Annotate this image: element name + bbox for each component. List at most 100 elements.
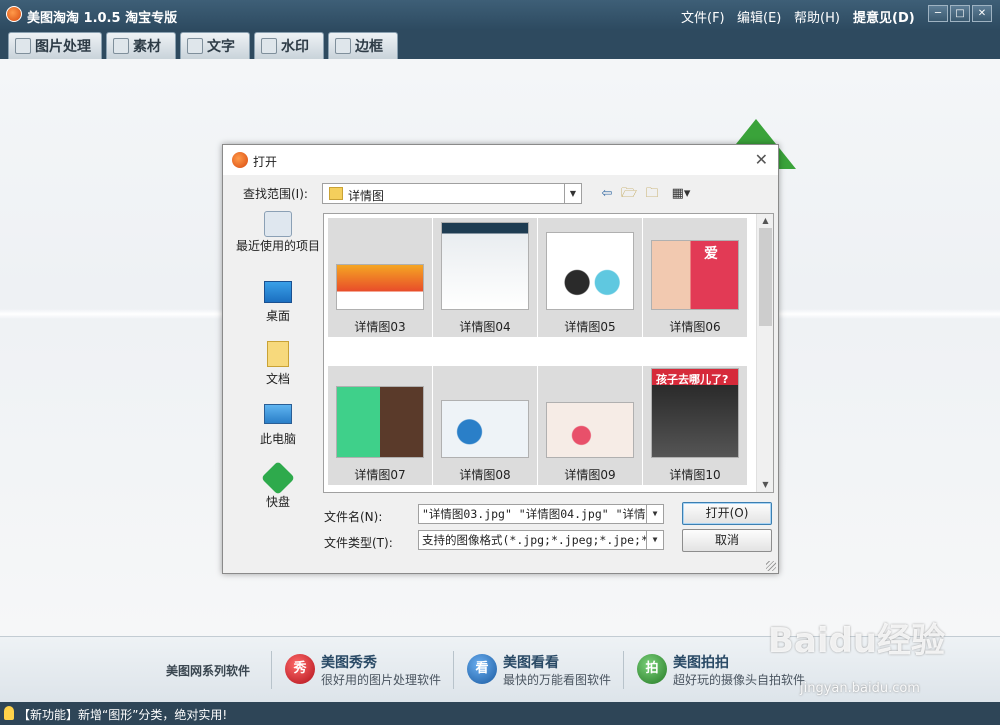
file-thumbnail — [336, 386, 424, 458]
place-label: 最近使用的项目 — [235, 239, 320, 253]
resize-grip-icon[interactable] — [766, 561, 776, 571]
file-item[interactable]: 详情图04 — [433, 218, 537, 337]
place-this-pc[interactable]: 此电脑 — [233, 404, 323, 447]
tab-text[interactable]: 文字 — [180, 32, 250, 59]
file-thumbnail — [546, 232, 634, 310]
file-item[interactable]: 详情图08 — [433, 366, 537, 485]
baidu-watermark-url: jingyan.baidu.com — [800, 681, 920, 696]
scroll-down-icon[interactable]: ▼ — [757, 478, 773, 492]
place-label: 文档 — [265, 372, 290, 386]
minimize-icon[interactable]: ─ — [928, 5, 948, 22]
promo-subtitle-xiuxiu: 很好用的图片处理软件 — [321, 673, 442, 687]
filetype-label: 文件类型(T): — [324, 536, 393, 550]
filetype-value: 支持的图像格式(*.jpg;*.jpeg;*.jpe;*.j — [422, 533, 662, 547]
promo-divider — [623, 651, 624, 689]
look-in-label: 查找范围(I): — [243, 187, 308, 201]
menu-file[interactable]: 文件(F) — [681, 7, 725, 26]
place-label: 桌面 — [265, 309, 290, 323]
restore-icon[interactable]: □ — [950, 5, 970, 22]
file-name: 详情图07 — [354, 468, 406, 482]
tab-materials[interactable]: 素材 — [106, 32, 176, 59]
filename-value: "详情图03.jpg" "详情图04.jpg" "详情图0 — [422, 507, 664, 521]
status-bar: 【新功能】新增“图形”分类，绝对实用! — [0, 702, 1000, 725]
title-bar: 美图淘淘 1.0.5 淘宝专版 文件(F) 编辑(E) 帮助(H) 提意见(D)… — [0, 0, 1000, 30]
view-menu-icon[interactable]: ▦▾ — [667, 186, 695, 202]
tab-watermark[interactable]: 水印 — [254, 32, 324, 59]
app-title: 美图淘淘 1.0.5 淘宝专版 — [27, 11, 178, 26]
back-icon[interactable]: ⇦ — [598, 186, 616, 202]
meitu-xiuxiu-icon[interactable]: 秀 — [285, 654, 315, 684]
place-kuaipan[interactable]: 快盘 — [233, 461, 323, 510]
look-in-combobox[interactable]: 详情图 ▼ — [322, 183, 582, 204]
chevron-down-icon[interactable]: ▼ — [646, 531, 663, 549]
computer-icon — [264, 404, 292, 424]
close-icon[interactable]: ✕ — [972, 5, 992, 22]
file-name: 详情图05 — [564, 320, 616, 334]
dialog-title: 打开 — [253, 155, 278, 169]
file-list-scrollbar[interactable]: ▲ ▼ — [756, 214, 773, 492]
place-label: 此电脑 — [259, 432, 296, 446]
tab-label: 水印 — [281, 39, 309, 55]
meitu-kankan-icon[interactable]: 看 — [467, 654, 497, 684]
chevron-down-icon[interactable]: ▼ — [646, 505, 663, 523]
place-recent[interactable]: 最近使用的项目 — [233, 211, 323, 254]
border-icon — [335, 38, 351, 54]
place-desktop[interactable]: 桌面 — [233, 281, 323, 324]
file-item[interactable]: 详情图03 — [328, 218, 432, 337]
baidu-watermark: Baidu经验 — [768, 621, 946, 661]
up-folder-icon[interactable]: 🗁 — [620, 186, 638, 202]
app-logo-icon — [6, 6, 22, 22]
menu-feedback[interactable]: 提意见(D) — [853, 7, 915, 26]
chevron-down-icon[interactable]: ▼ — [564, 184, 581, 203]
file-item[interactable]: 详情图07 — [328, 366, 432, 485]
tab-label: 图片处理 — [35, 39, 91, 55]
materials-icon — [113, 38, 129, 54]
filetype-select[interactable]: 支持的图像格式(*.jpg;*.jpeg;*.jpe;*.j ▼ — [418, 530, 664, 550]
promo-title-xiuxiu[interactable]: 美图秀秀 — [321, 652, 377, 672]
file-name: 详情图03 — [354, 320, 406, 334]
promo-subtitle-paipai: 超好玩的摄像头自拍软件 — [673, 673, 806, 687]
desktop-icon — [264, 281, 292, 303]
menu-edit[interactable]: 编辑(E) — [737, 7, 781, 26]
promo-label: 美图网系列软件 — [166, 664, 251, 678]
file-name: 详情图10 — [669, 468, 721, 482]
thumbnail-text: 爱 — [704, 246, 718, 262]
window-controls: ─ □ ✕ — [928, 5, 992, 22]
file-thumbnail — [441, 400, 529, 458]
filename-input[interactable]: "详情图03.jpg" "详情图04.jpg" "详情图0 ▼ — [418, 504, 664, 524]
status-text: 【新功能】新增“图形”分类，绝对实用! — [18, 708, 228, 722]
dialog-close-icon[interactable]: ✕ — [755, 150, 768, 169]
file-thumbnail — [336, 264, 424, 310]
file-name: 详情图09 — [564, 468, 616, 482]
open-button[interactable]: 打开(O) — [682, 502, 772, 525]
file-thumbnail — [546, 402, 634, 458]
tab-label: 文字 — [207, 39, 235, 55]
file-item[interactable]: 详情图09 — [538, 366, 642, 485]
file-list[interactable]: 详情图03 详情图04 详情图05 爱 详情图06 详情图07 详情图08 详情… — [323, 213, 774, 493]
meitu-paipai-icon[interactable]: 拍 — [637, 654, 667, 684]
documents-icon — [267, 341, 289, 367]
menu-help[interactable]: 帮助(H) — [794, 7, 840, 26]
file-thumbnail — [441, 222, 529, 310]
file-thumbnail: 爱 — [651, 240, 739, 310]
tab-image-processing[interactable]: 图片处理 — [8, 32, 102, 59]
cancel-button[interactable]: 取消 — [682, 529, 772, 552]
kuaipan-icon — [261, 461, 295, 495]
new-folder-icon[interactable]: 🗀 — [643, 186, 661, 202]
file-item[interactable]: 详情图05 — [538, 218, 642, 337]
file-item[interactable]: 爱 详情图06 — [643, 218, 747, 337]
promo-title-kankan[interactable]: 美图看看 — [503, 652, 559, 672]
dialog-app-icon — [232, 152, 248, 168]
scroll-up-icon[interactable]: ▲ — [757, 214, 773, 228]
folder-icon — [329, 187, 343, 200]
dialog-title-bar: 打开 ✕ — [223, 145, 778, 175]
place-documents[interactable]: 文档 — [233, 341, 323, 387]
watermark-icon — [261, 38, 277, 54]
thumbnail-text: 孩子去哪儿了? — [656, 373, 729, 386]
file-item[interactable]: 孩子去哪儿了? 详情图10 — [643, 366, 747, 485]
promo-title-paipai[interactable]: 美图拍拍 — [673, 652, 729, 672]
scrollbar-thumb[interactable] — [759, 228, 772, 326]
promo-divider — [453, 651, 454, 689]
tab-border[interactable]: 边框 — [328, 32, 398, 59]
place-label: 快盘 — [265, 495, 290, 509]
